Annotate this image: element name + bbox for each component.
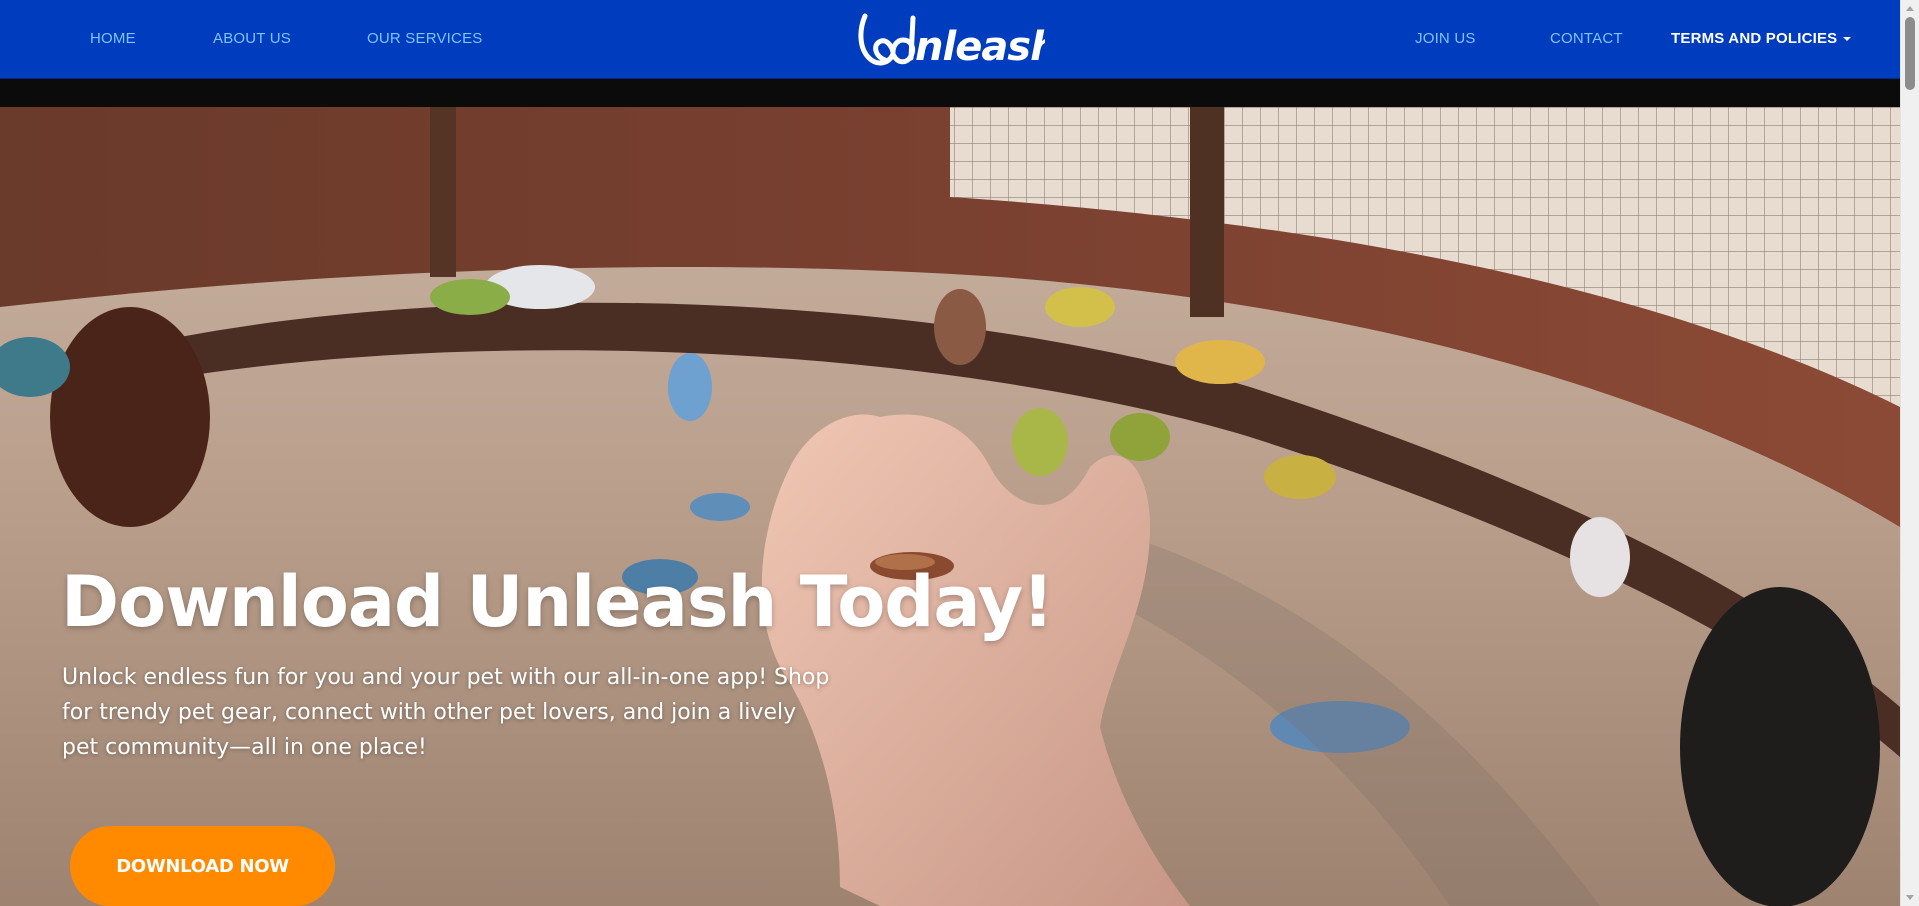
nav-home-link[interactable]: HOME (90, 0, 136, 78)
logo-text: nleash (915, 24, 1045, 70)
heart-icon (858, 13, 916, 66)
caret-down-icon (1843, 37, 1852, 42)
scroll-down-icon[interactable] (1906, 895, 1914, 900)
top-navbar: HOME ABOUT US OUR SERVICES nleash JOIN U… (0, 0, 1900, 79)
hero-background-image (0, 107, 1900, 906)
unleash-logo[interactable]: nleash (855, 4, 1059, 74)
hero-title: Download Unleash Today! (61, 561, 1054, 643)
hero-description: Unlock endless fun for you and your pet … (62, 665, 830, 760)
nav-terms-dropdown[interactable]: TERMS AND POLICIES (1671, 0, 1852, 78)
nav-join-link[interactable]: JOIN US (1415, 0, 1476, 78)
vertical-scrollbar[interactable] (1900, 0, 1919, 906)
scroll-thumb[interactable] (1905, 17, 1915, 90)
scroll-up-icon[interactable] (1906, 6, 1914, 11)
nav-about-link[interactable]: ABOUT US (213, 0, 291, 78)
hero-section: Download Unleash Today! Unlock endless f… (0, 107, 1900, 906)
nav-contact-link[interactable]: CONTACT (1550, 0, 1623, 78)
top-strip (0, 79, 1900, 107)
logo-wordmark: nleash (858, 13, 1059, 70)
nav-terms-label: TERMS AND POLICIES (1671, 30, 1838, 47)
page: HOME ABOUT US OUR SERVICES nleash JOIN U… (0, 0, 1919, 906)
nav-services-link[interactable]: OUR SERVICES (367, 0, 483, 78)
download-now-button[interactable]: DOWNLOAD NOW (70, 826, 335, 906)
